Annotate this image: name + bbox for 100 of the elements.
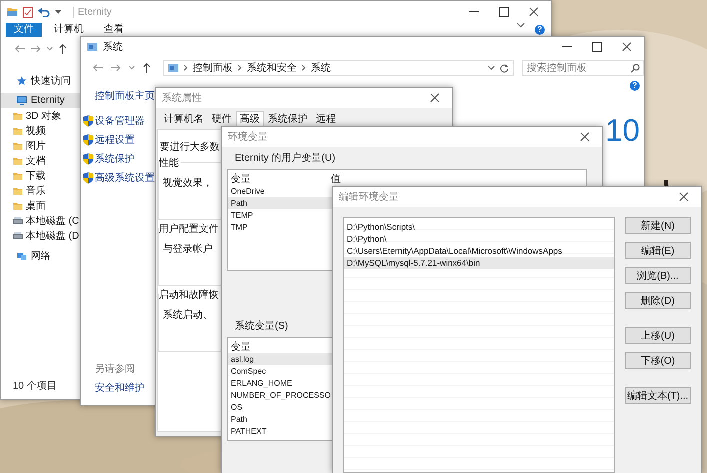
nav-item[interactable]: 本地磁盘 (C [1,213,81,228]
shield-icon [83,115,94,127]
undo-icon[interactable] [38,7,50,17]
ribbon-tab[interactable]: 文件 [6,23,42,37]
nav-item[interactable]: Eternity [1,93,81,108]
nav-item[interactable]: 网络 [1,248,81,263]
ribbon-tab[interactable]: 计算机 [46,23,92,37]
close-icon[interactable] [529,7,539,17]
folder-icon [13,156,23,166]
breadcrumb-item[interactable]: 系统和安全 [247,61,297,75]
control-panel-icon [87,42,98,52]
folder-icon[interactable] [7,7,18,17]
section-heading: 另请参阅 [95,362,135,376]
control-panel-icon [168,63,179,73]
tab[interactable]: 硬件 [208,111,236,129]
window-title: 系统属性 [162,92,203,105]
search-field[interactable]: 搜索控制面板 [522,60,644,76]
caret-icon[interactable] [55,10,62,14]
column-header[interactable]: 变量 [231,172,331,186]
dialog-button[interactable]: 上移(U) [625,327,691,344]
forward-icon[interactable] [111,64,121,72]
chevron-icon [238,65,242,71]
edition-text: 10 [606,115,640,146]
nav-item[interactable]: 桌面 [1,198,81,213]
folder-icon [13,200,23,210]
back-icon[interactable] [15,45,25,53]
up-icon[interactable] [143,63,151,73]
list-row[interactable]: D:\MySQL\mysql-5.7.21-winx64\bin [344,257,614,269]
tab[interactable]: 系统保护 [264,111,312,129]
ribbon-tab[interactable]: 查看 [96,23,132,37]
list-row[interactable]: D:\Python\Scripts\ [344,221,614,233]
section-label: 系统变量(S) [235,320,288,333]
shield-icon [83,134,94,146]
chevron-icon [184,65,188,71]
description-text: 视觉效果， [163,176,213,190]
folder-icon [13,110,23,120]
shield-icon [83,153,94,165]
nav-item[interactable]: 视频 [1,123,81,138]
up-icon[interactable] [59,44,67,54]
nav-item[interactable]: 3D 对象 [1,108,81,123]
address-bar[interactable]: 控制面板 系统和安全 系统 [163,60,514,76]
list-row[interactable]: D:\Python\ [344,233,614,245]
window-title: 编辑环境变量 [339,190,400,204]
folder-icon [13,126,23,136]
window-title: 环境变量 [228,130,269,144]
properties-icon[interactable] [23,6,33,18]
breadcrumb-item[interactable]: 控制面板 [193,61,233,75]
task-link[interactable]: 高级系统设置 [95,171,155,185]
dialog-button[interactable]: 浏览(B)... [625,267,691,284]
refresh-icon[interactable] [500,64,509,72]
drive-icon [13,216,23,226]
description-text: 要进行大多数 [160,140,220,154]
nav-item[interactable]: 下载 [1,168,81,183]
window-title: Eternity [73,6,464,18]
nav-item[interactable]: 快速访问 [1,73,81,88]
drive-icon [13,230,23,240]
tab[interactable]: 远程 [312,111,340,129]
folder-icon [13,186,23,196]
section-label: Eternity 的用户变量(U) [235,152,336,165]
dialog-button[interactable]: 编辑(E) [625,242,691,259]
close-icon[interactable] [622,42,632,52]
nav-item[interactable]: 文档 [1,153,81,168]
status-text: 10 个项目 [13,380,57,393]
group-title: 性能 [159,156,181,170]
folder-icon [13,170,23,180]
computer-icon [17,96,27,106]
task-link[interactable]: 设备管理器 [95,114,145,128]
dialog-button[interactable]: 删除(D) [625,292,691,309]
dialog-button[interactable]: 编辑文本(T)... [625,387,691,404]
forward-icon[interactable] [31,45,41,53]
group-title: 用户配置文件 [159,222,221,236]
search-icon[interactable] [631,64,640,73]
column-header[interactable]: 值 [331,172,341,186]
help-button[interactable]: ? [630,81,640,91]
help-button[interactable]: ? [535,25,545,35]
nav-item[interactable]: 本地磁盘 (D [1,228,81,243]
breadcrumb-item[interactable]: 系统 [311,61,331,75]
close-icon[interactable] [679,192,689,202]
list-row[interactable]: C:\Users\Eternity\AppData\Local\Microsoft\WindowsApps [344,245,614,257]
close-icon[interactable] [430,93,440,103]
chevron-icon[interactable] [517,23,525,28]
close-icon[interactable] [580,132,590,142]
maximize-icon[interactable] [592,42,602,52]
maximize-icon[interactable] [499,7,509,17]
shield-icon [83,172,94,184]
dialog-button[interactable]: 下移(O) [625,352,691,369]
network-icon [17,250,27,260]
back-icon[interactable] [93,64,103,72]
home-link[interactable]: 控制面板主页 [95,89,155,103]
folder-icon [13,140,23,150]
tab[interactable]: 计算机名 [160,111,208,129]
task-link[interactable]: 系统保护 [95,152,135,166]
caret-icon[interactable] [488,66,495,70]
nav-item[interactable]: 图片 [1,138,81,153]
dialog-button[interactable]: 新建(N) [625,217,691,234]
see-also-link[interactable]: 安全和维护 [95,381,145,395]
nav-item[interactable]: 音乐 [1,183,81,198]
group-title: 启动和故障恢 [159,288,221,302]
task-link[interactable]: 远程设置 [95,133,135,147]
column-header[interactable]: 变量 [231,340,331,354]
